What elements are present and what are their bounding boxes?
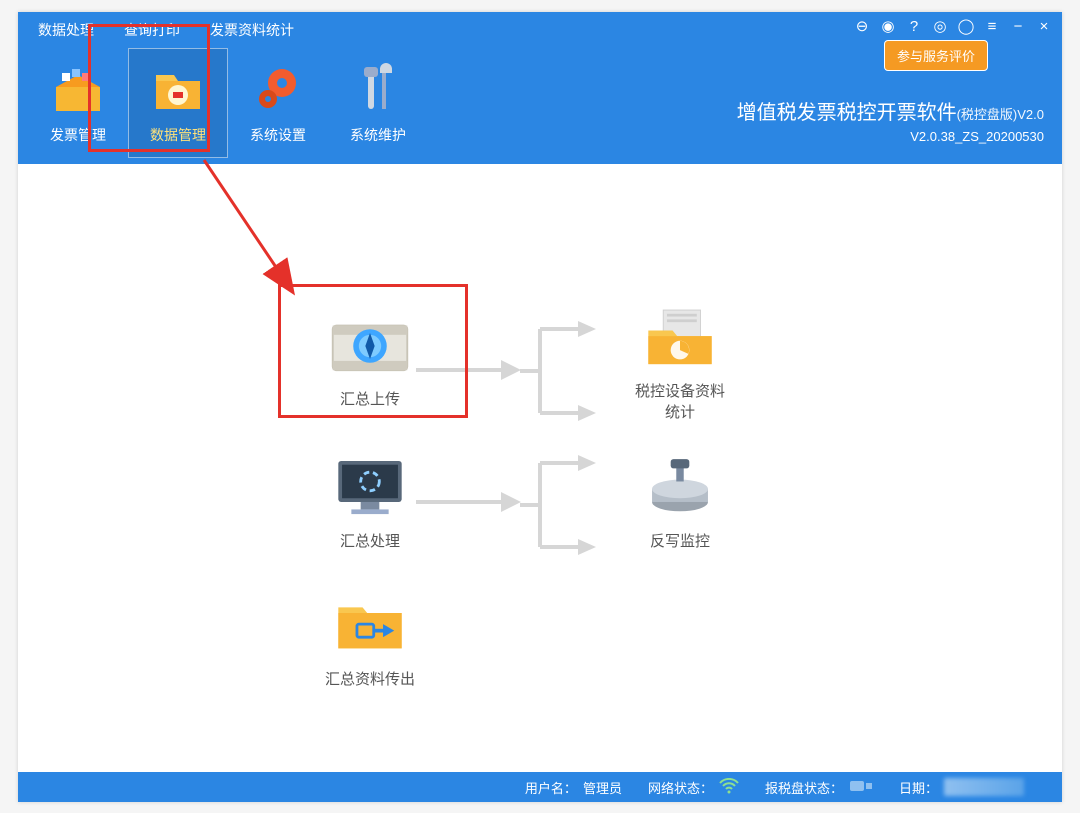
disk-brush-icon: [639, 456, 721, 520]
menu-data-process[interactable]: 数据处理: [34, 18, 98, 42]
module-summary-process[interactable]: 汇总处理: [290, 456, 450, 551]
toolbar-label: 数据管理: [150, 125, 206, 145]
module-label: 汇总资料传出: [290, 668, 450, 689]
status-label: 报税盘状态：: [765, 778, 843, 797]
film-compass-icon: [329, 314, 411, 378]
module-label: 汇总处理: [290, 530, 450, 551]
user-icon[interactable]: ◯: [956, 16, 976, 36]
toolbar-system-maintenance[interactable]: 系统维护: [328, 48, 428, 158]
module-rewrite-monitor[interactable]: 反写监控: [600, 456, 760, 551]
module-label: 税控设备资料 统计: [600, 380, 760, 422]
status-report-disk: 报税盘状态：: [765, 778, 873, 797]
monitor-icon: [329, 456, 411, 520]
minimize-icon[interactable]: −: [1008, 16, 1028, 36]
module-label: 汇总上传: [290, 388, 450, 409]
app-version: V2.0.38_ZS_20200530: [737, 129, 1044, 144]
module-label-line: 税控设备资料: [635, 383, 725, 400]
toolbar-system-settings[interactable]: 系统设置: [228, 48, 328, 158]
status-network: 网络状态：: [648, 778, 739, 797]
app-title-edition: (税控盘版)V2.0: [957, 107, 1044, 122]
header: 数据处理 查询打印 发票资料统计 ⊖ ◉ ? ◎ ◯ ≡ − × 参与服务评价 …: [18, 12, 1062, 164]
module-label-line: 统计: [665, 404, 695, 421]
status-label: 用户名：: [525, 778, 577, 797]
box-icon: [50, 61, 106, 117]
status-value: 管理员: [583, 778, 622, 797]
app-title-main: 增值税发票税控开票软件: [737, 102, 957, 124]
content-area: 汇总上传 税控设备资料 统计: [18, 164, 1062, 772]
module-label: 反写监控: [600, 530, 760, 551]
help-circle-icon[interactable]: ◉: [878, 16, 898, 36]
folder-export-icon: [329, 594, 411, 658]
toolbar-label: 系统设置: [250, 125, 306, 145]
app-title: 增值税发票税控开票软件(税控盘版)V2.0 V2.0.38_ZS_2020053…: [737, 96, 1044, 144]
close-icon[interactable]: ×: [1034, 16, 1054, 36]
toolbar: 发票管理 数据管理: [28, 48, 428, 158]
titlebar-icons: ⊖ ◉ ? ◎ ◯ ≡ − ×: [852, 16, 1054, 36]
toolbar-invoice-management[interactable]: 发票管理: [28, 48, 128, 158]
module-summary-upload[interactable]: 汇总上传: [290, 314, 450, 409]
folder-icon: [150, 61, 206, 117]
menu-icon[interactable]: ≡: [982, 16, 1002, 36]
menu-invoice-stats[interactable]: 发票资料统计: [206, 18, 298, 42]
status-bar: 用户名： 管理员 网络状态： 报税盘状态： 日期：: [18, 772, 1062, 802]
sync-icon[interactable]: ⊖: [852, 16, 872, 36]
wifi-icon: [719, 778, 739, 797]
status-label: 网络状态：: [648, 778, 713, 797]
module-tax-device-stats[interactable]: 税控设备资料 统计: [600, 306, 760, 422]
menu-query-print[interactable]: 查询打印: [120, 18, 184, 42]
tools-icon: [350, 61, 406, 117]
app-window: 数据处理 查询打印 发票资料统计 ⊖ ◉ ? ◎ ◯ ≡ − × 参与服务评价 …: [18, 12, 1062, 802]
toolbar-data-management[interactable]: 数据管理: [128, 48, 228, 158]
question-icon[interactable]: ?: [904, 16, 924, 36]
module-summary-export[interactable]: 汇总资料传出: [290, 594, 450, 689]
disk-status-icon: [849, 779, 873, 796]
toolbar-label: 系统维护: [350, 125, 406, 145]
gears-icon: [250, 61, 306, 117]
date-value-obscured: [944, 778, 1024, 796]
folder-chart-icon: [639, 306, 721, 370]
toolbar-label: 发票管理: [50, 125, 106, 145]
lock-icon[interactable]: ◎: [930, 16, 950, 36]
status-label: 日期：: [899, 778, 938, 797]
status-user: 用户名： 管理员: [525, 778, 622, 797]
status-date: 日期：: [899, 778, 1024, 797]
service-eval-tag[interactable]: 参与服务评价: [884, 40, 988, 71]
